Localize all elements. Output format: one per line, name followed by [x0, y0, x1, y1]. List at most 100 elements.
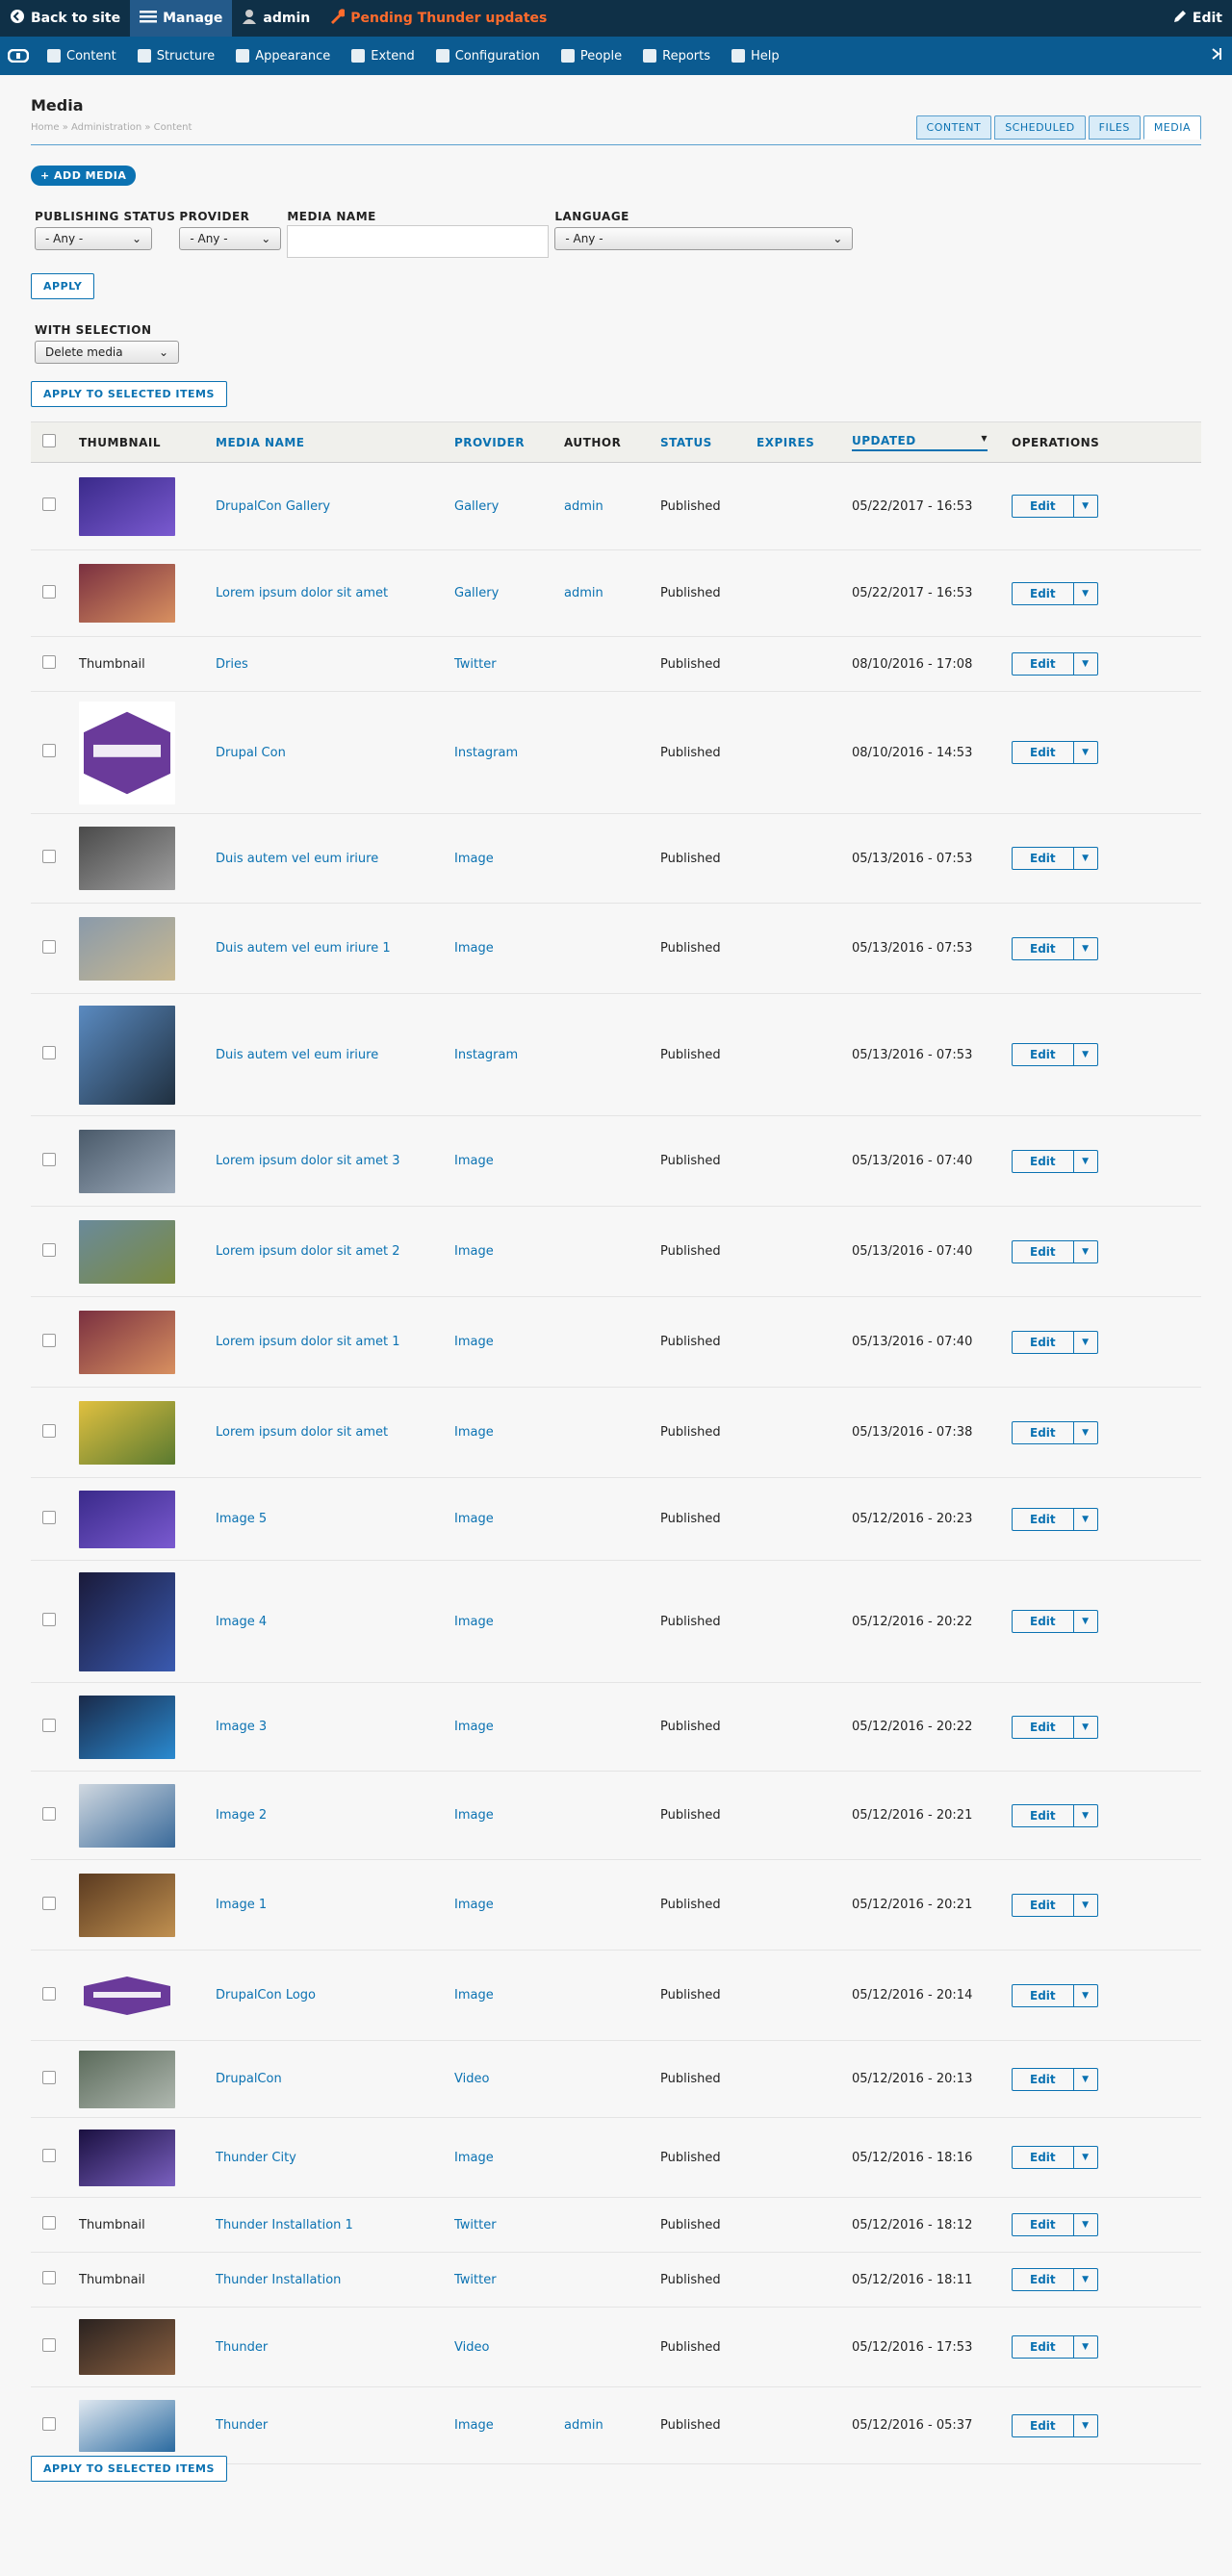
row-checkbox[interactable]	[42, 1613, 56, 1626]
media-name-link[interactable]: Image 5	[216, 1512, 267, 1526]
edit-button[interactable]: Edit	[1013, 1421, 1074, 1443]
media-name-link[interactable]: Image 3	[216, 1720, 267, 1734]
dropdown-toggle-icon[interactable]: ▼	[1074, 501, 1097, 511]
back-to-site-link[interactable]: Back to site	[0, 0, 130, 37]
edit-button[interactable]: Edit	[1013, 653, 1074, 675]
provider-header[interactable]: PROVIDER	[454, 422, 564, 463]
row-checkbox[interactable]	[42, 584, 56, 599]
media-name-link[interactable]: Duis autem vel eum iriure 1	[216, 941, 391, 956]
edit-button[interactable]: Edit	[1013, 1716, 1074, 1738]
dropdown-toggle-icon[interactable]: ▼	[1074, 1722, 1097, 1732]
provider-link[interactable]: Image	[454, 1512, 494, 1526]
provider-link[interactable]: Gallery	[454, 586, 499, 600]
user-tab[interactable]: admin	[232, 0, 320, 37]
row-checkbox[interactable]	[42, 655, 56, 669]
media-name-link[interactable]: Duis autem vel eum iriure	[216, 1048, 378, 1062]
thumbnail-image[interactable]	[79, 2399, 175, 2452]
author-link[interactable]: admin	[564, 499, 603, 514]
row-checkbox[interactable]	[42, 1423, 56, 1438]
dropdown-toggle-icon[interactable]: ▼	[1074, 2153, 1097, 2162]
provider-link[interactable]: Instagram	[454, 746, 518, 760]
provider-link[interactable]: Video	[454, 2072, 489, 2086]
row-checkbox[interactable]	[42, 1242, 56, 1257]
row-checkbox[interactable]	[42, 1806, 56, 1821]
thumbnail-image[interactable]	[79, 1219, 175, 1284]
edit-button[interactable]: Edit	[1013, 1894, 1074, 1916]
thumbnail-image[interactable]	[79, 1310, 175, 1374]
media-name-link[interactable]: Duis autem vel eum iriure	[216, 852, 378, 866]
edit-mode-button[interactable]: Edit	[1164, 0, 1232, 37]
media-name-link[interactable]: Lorem ipsum dolor sit amet 2	[216, 1244, 399, 1259]
edit-button[interactable]: Edit	[1013, 2068, 1074, 2090]
edit-button[interactable]: Edit	[1013, 1804, 1074, 1826]
provider-select[interactable]: - Any - ⌄	[179, 227, 282, 250]
dropdown-toggle-icon[interactable]: ▼	[1074, 1811, 1097, 1821]
thumbnail-image[interactable]	[79, 1129, 175, 1193]
edit-button[interactable]: Edit	[1013, 2214, 1074, 2235]
edit-button[interactable]: Edit	[1013, 2336, 1074, 2358]
edit-button[interactable]: Edit	[1013, 1508, 1074, 1530]
thumbnail-image[interactable]	[79, 1490, 175, 1548]
edit-button[interactable]: Edit	[1013, 1150, 1074, 1172]
media-name-link[interactable]: Thunder Installation 1	[216, 2218, 353, 2232]
row-checkbox[interactable]	[42, 850, 56, 863]
updated-header[interactable]: UPDATED ▼	[852, 422, 1012, 463]
provider-link[interactable]: Image	[454, 1335, 494, 1349]
row-checkbox[interactable]	[42, 1718, 56, 1732]
edit-button[interactable]: Edit	[1013, 582, 1074, 604]
thumbnail-image[interactable]	[79, 701, 175, 804]
media-name-link[interactable]: DrupalCon Logo	[216, 1988, 316, 2002]
provider-link[interactable]: Gallery	[454, 499, 499, 514]
admin-menu-item-appearance[interactable]: Appearance	[225, 37, 341, 75]
row-checkbox[interactable]	[42, 2338, 56, 2352]
admin-menu-item-extend[interactable]: Extend	[341, 37, 425, 75]
thumbnail-image[interactable]	[79, 564, 175, 623]
provider-link[interactable]: Image	[454, 1988, 494, 2002]
language-select[interactable]: - Any - ⌄	[554, 227, 854, 250]
row-checkbox[interactable]	[42, 497, 56, 511]
dropdown-toggle-icon[interactable]: ▼	[1074, 2220, 1097, 2230]
provider-link[interactable]: Image	[454, 1898, 494, 1912]
dropdown-toggle-icon[interactable]: ▼	[1074, 2342, 1097, 2352]
dropdown-toggle-icon[interactable]: ▼	[1074, 944, 1097, 954]
edit-button[interactable]: Edit	[1013, 848, 1074, 869]
provider-link[interactable]: Image	[454, 1615, 494, 1629]
media-name-link[interactable]: DrupalCon Gallery	[216, 499, 330, 514]
apply-selected-button[interactable]: APPLY TO SELECTED ITEMS	[31, 381, 227, 407]
media-name-input[interactable]	[287, 225, 550, 258]
author-link[interactable]: admin	[564, 2418, 603, 2433]
add-media-button[interactable]: + ADD MEDIA	[31, 166, 137, 186]
thumbnail-image[interactable]	[79, 1400, 175, 1465]
media-name-link[interactable]: Image 1	[216, 1898, 267, 1912]
admin-menu-item-configuration[interactable]: Configuration	[425, 37, 551, 75]
thumbnail-image[interactable]	[79, 827, 175, 890]
bulk-action-select[interactable]: Delete media ⌄	[35, 341, 179, 364]
publishing-status-select[interactable]: - Any - ⌄	[35, 227, 152, 250]
admin-menu-item-help[interactable]: Help	[721, 37, 790, 75]
expires-header[interactable]: EXPIRES	[757, 422, 852, 463]
edit-button[interactable]: Edit	[1013, 496, 1074, 517]
row-checkbox[interactable]	[42, 744, 56, 757]
media-name-link[interactable]: Image 4	[216, 1615, 267, 1629]
provider-link[interactable]: Image	[454, 1244, 494, 1259]
edit-button[interactable]: Edit	[1013, 742, 1074, 763]
thumbnail-image[interactable]	[79, 1005, 175, 1105]
edit-button[interactable]: Edit	[1013, 2147, 1074, 2168]
row-checkbox[interactable]	[42, 1333, 56, 1347]
pending-updates-link[interactable]: Pending Thunder updates	[320, 0, 556, 37]
provider-link[interactable]: Twitter	[454, 2273, 497, 2287]
dropdown-toggle-icon[interactable]: ▼	[1074, 1050, 1097, 1059]
dropdown-toggle-icon[interactable]: ▼	[1074, 1338, 1097, 1347]
media-name-link[interactable]: Lorem ipsum dolor sit amet	[216, 586, 388, 600]
edit-button[interactable]: Edit	[1013, 1240, 1074, 1262]
author-link[interactable]: admin	[564, 586, 603, 600]
dropdown-toggle-icon[interactable]: ▼	[1074, 1617, 1097, 1626]
edit-button[interactable]: Edit	[1013, 2414, 1074, 2436]
provider-link[interactable]: Image	[454, 2151, 494, 2165]
media-name-link[interactable]: Drupal Con	[216, 746, 286, 760]
provider-link[interactable]: Image	[454, 1720, 494, 1734]
dropdown-toggle-icon[interactable]: ▼	[1074, 2075, 1097, 2084]
thumbnail-image[interactable]	[79, 1873, 175, 1937]
admin-menu-item-people[interactable]: People	[551, 37, 632, 75]
thumbnail-image[interactable]	[79, 2050, 175, 2108]
